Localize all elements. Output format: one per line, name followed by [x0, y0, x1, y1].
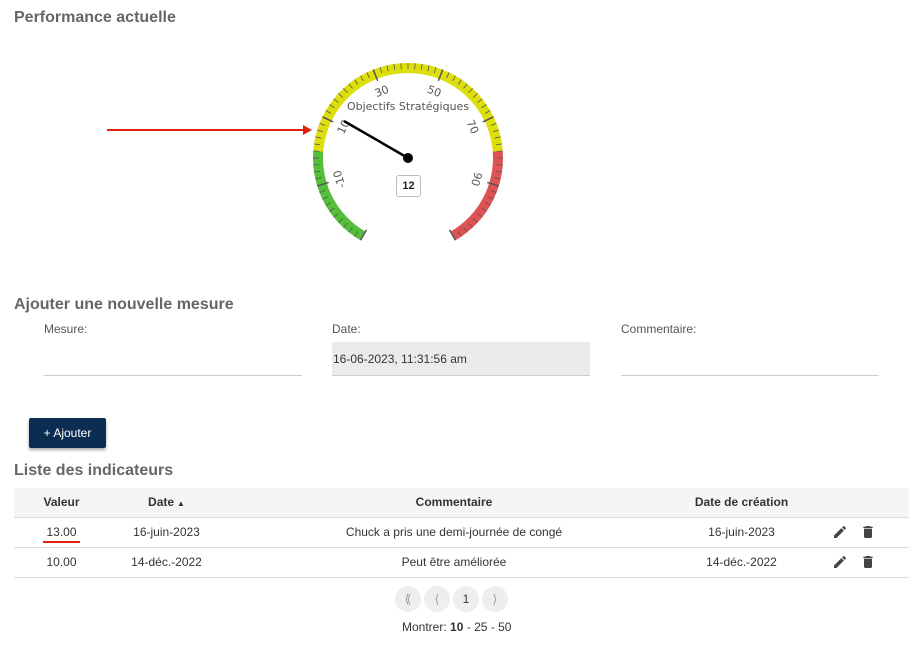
table-row: 13.00 16-juin-2023 Chuck a pris une demi…	[14, 517, 909, 548]
table-header-row: Valeur Date ▲ Commentaire Date de créatio…	[14, 488, 909, 518]
mesure-field: Mesure:	[44, 322, 302, 376]
page-size-sep: -	[463, 620, 475, 634]
page-size-sep: -	[487, 620, 499, 634]
performance-title: Performance actuelle	[14, 9, 176, 26]
pencil-icon[interactable]	[832, 524, 848, 540]
gauge-tick-label: -10	[331, 169, 349, 190]
header-created[interactable]: Date de création	[684, 488, 799, 518]
pencil-icon[interactable]	[832, 554, 848, 570]
indicator-table: Valeur Date ▲ Commentaire Date de créatio…	[14, 488, 909, 578]
gauge-tick-label: 10	[335, 118, 353, 136]
gauge-value-box: 12	[396, 175, 421, 197]
page-size-50[interactable]: 50	[498, 620, 511, 634]
trash-icon[interactable]	[860, 524, 876, 540]
comment-input[interactable]	[621, 342, 879, 376]
add-button[interactable]: + Ajouter	[29, 418, 106, 448]
add-measure-title: Ajouter une nouvelle mesure	[14, 296, 234, 313]
cell-actions	[799, 547, 909, 578]
page-1-button[interactable]: 1	[453, 586, 479, 612]
gauge-pivot	[403, 153, 413, 163]
gauge-band-0	[313, 150, 366, 241]
cell-created: 16-juin-2023	[684, 517, 799, 548]
trash-icon[interactable]	[860, 554, 876, 570]
header-value[interactable]: Valeur	[14, 488, 109, 518]
mesure-label: Mesure:	[44, 322, 88, 336]
table-row: 10.00 14-déc.-2022 Peut être améliorée 1…	[14, 547, 909, 578]
annotation-arrow	[107, 125, 312, 135]
next-page-button[interactable]: ⟩	[482, 586, 508, 612]
gauge-tick-label: 30	[373, 83, 391, 100]
header-comment[interactable]: Commentaire	[224, 488, 684, 518]
first-page-button[interactable]: ⟪	[395, 586, 421, 612]
date-input[interactable]	[332, 342, 590, 376]
page-size-25[interactable]: 25	[474, 620, 487, 634]
cell-date: 14-déc.-2022	[109, 547, 224, 578]
sort-asc-icon: ▲	[177, 499, 185, 509]
comment-label: Commentaire:	[621, 322, 697, 336]
page-size-10[interactable]: 10	[450, 620, 463, 634]
date-field: Date:	[332, 322, 590, 376]
gauge-band-2	[450, 150, 503, 241]
cell-comment: Chuck a pris une demi-journée de congé	[224, 517, 684, 548]
gauge-needle	[343, 120, 410, 160]
gauge-tick-label: 50	[425, 83, 443, 100]
cell-date: 16-juin-2023	[109, 517, 224, 548]
row-value: 13.00	[43, 525, 80, 543]
prev-page-button[interactable]: ⟨	[424, 586, 450, 612]
header-date-label: Date	[148, 495, 175, 510]
date-label: Date:	[332, 322, 361, 336]
comment-field: Commentaire:	[621, 322, 879, 376]
page-size-label: Montrer:	[402, 620, 447, 634]
gauge-svg: -10 10 30 50 70 90 Objectifs Stratégiques	[313, 62, 503, 241]
cell-value: 13.00	[14, 517, 109, 548]
cell-actions	[799, 517, 909, 548]
cell-value: 10.00	[14, 547, 109, 578]
header-actions	[799, 488, 909, 518]
page-size-selector: Montrer: 10 - 25 - 50	[402, 620, 511, 634]
gauge-chart: -10 10 30 50 70 90 Objectifs Stratégiques 12	[300, 55, 520, 255]
gauge-tick-label: 70	[464, 118, 482, 136]
gauge-tick-label: 90	[468, 170, 485, 187]
mesure-input[interactable]	[44, 342, 302, 376]
gauge-title: Objectifs Stratégiques	[347, 100, 469, 113]
cell-comment: Peut être améliorée	[224, 547, 684, 578]
header-date[interactable]: Date ▲	[109, 488, 224, 518]
cell-created: 14-déc.-2022	[684, 547, 799, 578]
indicator-list-title: Liste des indicateurs	[14, 462, 174, 479]
